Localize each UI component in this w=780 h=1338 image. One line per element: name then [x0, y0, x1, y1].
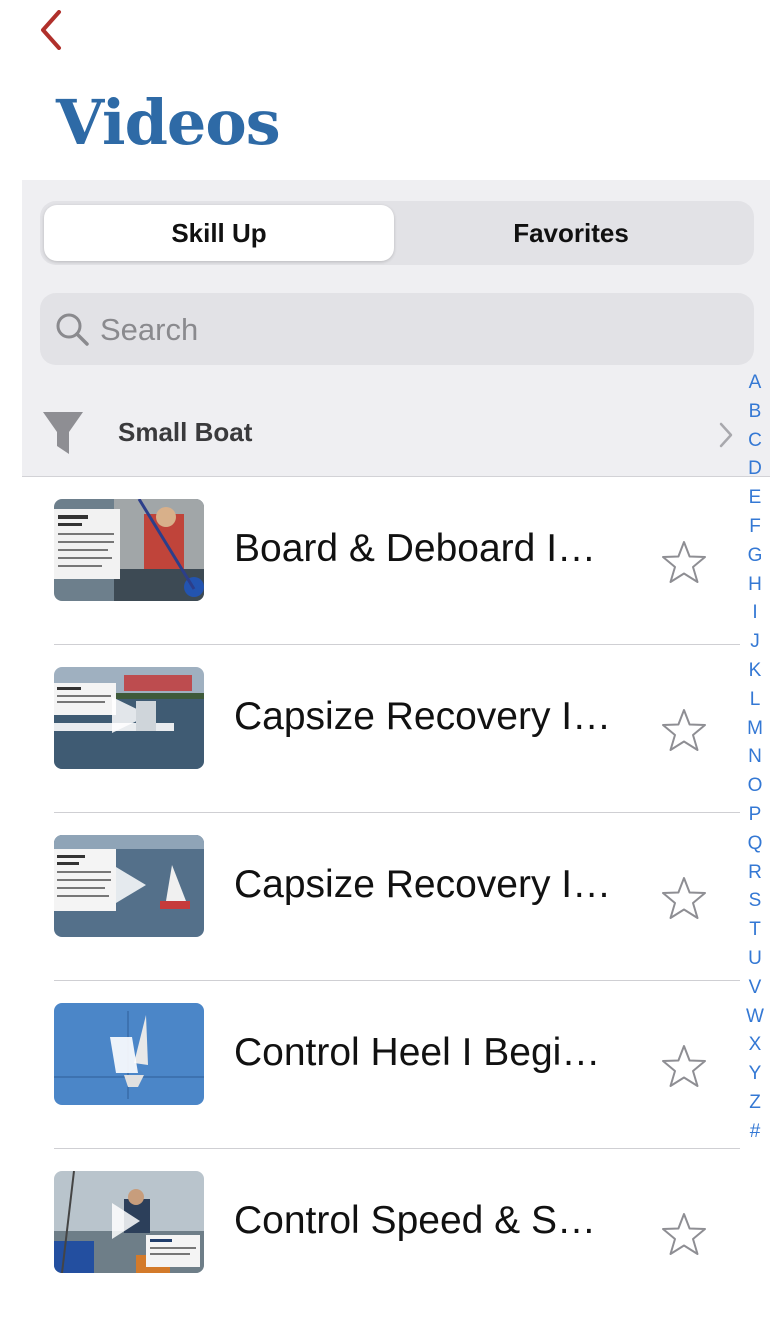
segmented-control: Skill Up Favorites: [40, 201, 754, 265]
alphabet-index[interactable]: A B C D E F G H I J K L M N O P Q R S T …: [742, 369, 768, 1147]
video-title: Capsize Recovery I…: [234, 863, 612, 906]
index-letter[interactable]: X: [742, 1031, 768, 1060]
page-title: Videos: [56, 86, 281, 159]
index-letter[interactable]: Q: [742, 830, 768, 859]
index-letter[interactable]: E: [742, 484, 768, 513]
index-letter[interactable]: G: [742, 542, 768, 571]
star-icon[interactable]: [660, 539, 708, 585]
index-letter[interactable]: #: [742, 1118, 768, 1147]
video-title: Capsize Recovery I…: [234, 695, 612, 738]
video-row[interactable]: Board & Deboard I…: [0, 477, 740, 645]
index-letter[interactable]: P: [742, 801, 768, 830]
index-letter[interactable]: A: [742, 369, 768, 398]
index-letter[interactable]: O: [742, 772, 768, 801]
back-button[interactable]: [30, 10, 70, 50]
video-title: Board & Deboard I…: [234, 527, 597, 570]
index-letter[interactable]: U: [742, 945, 768, 974]
index-letter[interactable]: Y: [742, 1060, 768, 1089]
index-letter[interactable]: W: [742, 1003, 768, 1032]
tab-skill-up[interactable]: Skill Up: [44, 205, 394, 261]
star-icon[interactable]: [660, 1043, 708, 1089]
index-letter[interactable]: L: [742, 686, 768, 715]
index-letter[interactable]: F: [742, 513, 768, 542]
video-thumbnail: [54, 499, 204, 601]
star-icon[interactable]: [660, 1211, 708, 1257]
index-letter[interactable]: V: [742, 974, 768, 1003]
video-row[interactable]: Control Heel I Begi…: [0, 981, 740, 1149]
index-letter[interactable]: M: [742, 715, 768, 744]
index-letter[interactable]: C: [742, 427, 768, 456]
index-letter[interactable]: D: [742, 455, 768, 484]
chevron-left-icon: [41, 10, 61, 50]
search-icon: [56, 313, 89, 346]
index-letter[interactable]: S: [742, 887, 768, 916]
index-letter[interactable]: B: [742, 398, 768, 427]
index-letter[interactable]: R: [742, 859, 768, 888]
video-title: Control Speed & S…: [234, 1199, 597, 1242]
video-thumbnail: [54, 1171, 204, 1273]
index-letter[interactable]: Z: [742, 1089, 768, 1118]
index-letter[interactable]: K: [742, 657, 768, 686]
tab-favorites[interactable]: Favorites: [396, 205, 746, 261]
filter-label: Small Boat: [118, 417, 253, 447]
video-row[interactable]: Capsize Recovery I…: [0, 813, 740, 981]
video-title: Control Heel I Begi…: [234, 1031, 601, 1074]
index-letter[interactable]: H: [742, 571, 768, 600]
index-letter[interactable]: J: [742, 628, 768, 657]
filter-row[interactable]: Small Boat: [22, 390, 770, 476]
funnel-icon: [43, 412, 83, 454]
star-icon[interactable]: [660, 875, 708, 921]
index-letter[interactable]: N: [742, 743, 768, 772]
header-panel: Skill Up Favorites Small Boat: [22, 180, 770, 477]
index-letter[interactable]: T: [742, 916, 768, 945]
index-letter[interactable]: I: [742, 599, 768, 628]
star-icon[interactable]: [660, 707, 708, 753]
video-thumbnail: [54, 667, 204, 769]
video-thumbnail: [54, 835, 204, 937]
video-row[interactable]: Control Speed & S…: [0, 1149, 740, 1317]
video-row[interactable]: Capsize Recovery I…: [0, 645, 740, 813]
search-input[interactable]: [98, 303, 742, 357]
search-bar: [40, 293, 754, 365]
chevron-right-icon: [719, 422, 733, 448]
video-thumbnail: [54, 1003, 204, 1105]
